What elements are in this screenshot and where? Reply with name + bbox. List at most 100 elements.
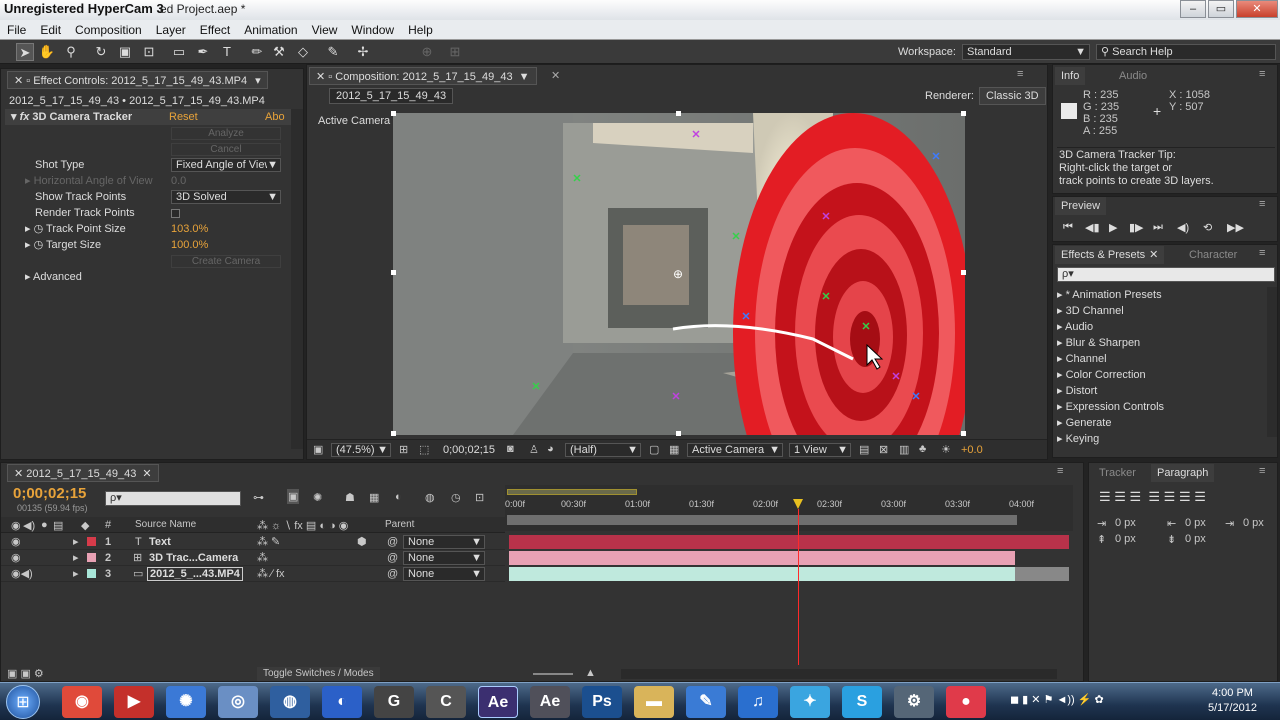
- about-link[interactable]: Abo: [265, 109, 285, 125]
- play-icon[interactable]: ▶: [1109, 221, 1117, 234]
- menu-animation[interactable]: Animation: [237, 20, 304, 37]
- pen-tool-icon[interactable]: ✒: [194, 43, 212, 61]
- taskbar-twitter-icon[interactable]: ✦: [790, 686, 830, 718]
- taskbar-youtube-icon[interactable]: ▶: [114, 686, 154, 718]
- analyze-button[interactable]: Analyze: [171, 127, 281, 140]
- fx-name[interactable]: ▾ fx 3D Camera Tracker: [11, 109, 132, 125]
- list-item[interactable]: ▸ Audio: [1057, 319, 1093, 335]
- panel-menu-icon[interactable]: ≡: [1259, 465, 1265, 477]
- taskbar-tool-icon[interactable]: ⚙: [894, 686, 934, 718]
- transform-handle[interactable]: [961, 111, 966, 116]
- scrollbar[interactable]: [291, 109, 303, 449]
- timeline-search-input[interactable]: ρ▾: [105, 491, 241, 506]
- menu-composition[interactable]: Composition: [68, 20, 149, 37]
- panel-menu-icon[interactable]: ≡: [1259, 68, 1265, 80]
- transform-handle[interactable]: [391, 270, 396, 275]
- eye-icon[interactable]: ◉: [11, 534, 21, 550]
- close-icon[interactable]: ✕: [1149, 249, 1158, 261]
- triangle-right-icon[interactable]: ▸: [73, 550, 79, 566]
- roto-brush-tool-icon[interactable]: ✎: [324, 43, 342, 61]
- layer-name[interactable]: 2012_5_...43.MP4: [147, 567, 243, 581]
- panel-menu-icon[interactable]: ≡: [1057, 465, 1063, 477]
- close-button[interactable]: ✕: [1236, 0, 1278, 18]
- parent-dropdown[interactable]: None ▼: [403, 535, 485, 549]
- indent-first-value[interactable]: 0 px: [1185, 517, 1206, 529]
- shy-switch-icon[interactable]: ⁂ ✎: [257, 534, 280, 550]
- parent-dropdown[interactable]: None ▼: [403, 551, 485, 565]
- menu-edit[interactable]: Edit: [33, 20, 68, 37]
- current-time-indicator-icon[interactable]: [793, 499, 803, 509]
- layer-name[interactable]: Text: [149, 534, 171, 550]
- comp-duration-bar[interactable]: [507, 515, 1017, 525]
- taskbar-chrome-icon[interactable]: ◉: [62, 686, 102, 718]
- create-camera-button[interactable]: Create Camera: [171, 255, 281, 268]
- world-axis-icon[interactable]: ⊞: [446, 43, 464, 61]
- menu-help[interactable]: Help: [401, 20, 440, 37]
- menu-view[interactable]: View: [305, 20, 345, 37]
- comp-mini-flowchart-icon[interactable]: ⊶: [253, 491, 264, 504]
- minimize-button[interactable]: –: [1180, 0, 1206, 18]
- brainstorm-icon[interactable]: ◍: [425, 491, 435, 504]
- taskbar-after-effects-2-icon[interactable]: Ae: [530, 686, 570, 718]
- align-buttons-icon[interactable]: ☰ ☰ ☰ ☰ ☰ ☰ ☰: [1099, 489, 1206, 505]
- stopwatch-icon[interactable]: ◷: [34, 239, 46, 251]
- text-tool-icon[interactable]: T: [218, 43, 236, 61]
- reset-link[interactable]: Reset: [169, 109, 198, 125]
- camera-tool-icon[interactable]: ▣: [116, 43, 134, 61]
- fx-icon[interactable]: fx: [20, 111, 33, 123]
- selection-tool-icon[interactable]: ➤: [16, 43, 34, 61]
- tab-preview[interactable]: Preview: [1055, 197, 1107, 215]
- table-row[interactable]: ◉◀) ▸ 3 ▭ 2012_5_...43.MP4 ⁂ ∕ fx @ None…: [1, 566, 505, 582]
- panel-menu-icon[interactable]: ≡: [1017, 68, 1023, 80]
- tab-paragraph[interactable]: Paragraph: [1151, 464, 1215, 482]
- transform-handle[interactable]: [391, 431, 396, 436]
- layer-bar-text[interactable]: [509, 535, 1069, 549]
- render-track-points-checkbox[interactable]: [171, 209, 180, 218]
- menu-effect[interactable]: Effect: [193, 20, 237, 37]
- zoom-tool-icon[interactable]: ⚲: [62, 43, 80, 61]
- taskbar-network-icon[interactable]: ✺: [166, 686, 206, 718]
- prev-frame-icon[interactable]: ◀▮: [1085, 221, 1100, 234]
- taskbar-itunes-icon[interactable]: ♫: [738, 686, 778, 718]
- menu-layer[interactable]: Layer: [149, 20, 193, 37]
- cancel-button[interactable]: Cancel: [171, 143, 281, 156]
- layer-bar-camera[interactable]: [509, 551, 1015, 565]
- flowchart-icon[interactable]: ♣: [919, 443, 926, 455]
- list-item[interactable]: ▸ 3D Channel: [1057, 303, 1124, 319]
- transform-handle[interactable]: [676, 431, 681, 436]
- mute-icon[interactable]: ◀): [1177, 221, 1189, 234]
- list-item[interactable]: ▸ Generate: [1057, 415, 1111, 431]
- graph-editor-icon[interactable]: ⊡: [475, 491, 484, 504]
- live-update-icon[interactable]: ▣: [287, 489, 300, 504]
- track-point-size-value[interactable]: 103.0%: [171, 221, 208, 237]
- pickwhip-icon[interactable]: @: [387, 534, 398, 550]
- taskbar-folder-icon[interactable]: ▬: [634, 686, 674, 718]
- close-icon[interactable]: ✕: [14, 468, 26, 480]
- taskbar-blender-icon[interactable]: ◍: [270, 686, 310, 718]
- 3d-layer-icon[interactable]: ⬢: [357, 534, 367, 550]
- frame-blending-icon[interactable]: ▦: [369, 491, 379, 504]
- layer-name[interactable]: 3D Trac...Camera: [149, 550, 238, 566]
- tab-info[interactable]: Info: [1055, 67, 1086, 85]
- eye-icon[interactable]: ◉: [11, 550, 21, 566]
- shy-switch-icon[interactable]: ⁂: [257, 550, 268, 566]
- layer-bar-footage[interactable]: [509, 567, 1015, 581]
- ram-preview-icon[interactable]: ▶▶: [1227, 221, 1244, 234]
- close-icon[interactable]: ✕: [316, 71, 328, 83]
- close-icon[interactable]: ✕: [14, 75, 26, 87]
- taskbar-skype-icon[interactable]: S: [842, 686, 882, 718]
- tab-audio[interactable]: Audio: [1113, 67, 1153, 85]
- taskbar-photoshop-icon[interactable]: Ps: [582, 686, 622, 718]
- zoom-in-icon[interactable]: ▲: [585, 667, 596, 679]
- shot-type-dropdown[interactable]: Fixed Angle of View ▼: [171, 158, 281, 172]
- exposure-icon[interactable]: ☀: [941, 443, 951, 456]
- pan-behind-tool-icon[interactable]: ⊡: [140, 43, 158, 61]
- tab-composition[interactable]: ✕ ▫ Composition: 2012_5_17_15_49_43 ▼: [309, 67, 537, 85]
- fast-previews-icon[interactable]: ⊠: [879, 443, 888, 456]
- target-size-value[interactable]: 100.0%: [171, 237, 208, 253]
- advanced-group[interactable]: ▸ Advanced: [25, 269, 82, 285]
- toggle-switches-button[interactable]: Toggle Switches / Modes: [257, 667, 380, 681]
- timeline-icon[interactable]: ▥: [899, 443, 909, 456]
- indent-left-value[interactable]: 0 px: [1115, 517, 1136, 529]
- transparency-grid-icon[interactable]: ▦: [669, 443, 679, 456]
